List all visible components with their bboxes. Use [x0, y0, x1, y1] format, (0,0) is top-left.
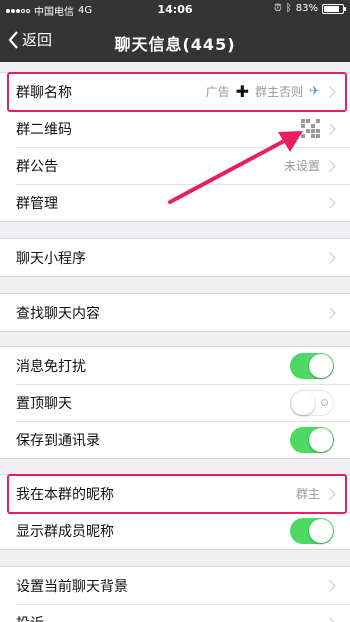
group-qr-row[interactable]: 群二维码: [0, 110, 350, 147]
chat-background-row[interactable]: 设置当前聊天背景: [0, 567, 350, 604]
qr-code-icon: [301, 119, 320, 138]
group-notice-row[interactable]: 群公告 未设置: [0, 147, 350, 184]
chevron-right-icon: [324, 616, 336, 622]
save-contacts-row: 保存到通讯录: [0, 421, 350, 458]
pin-toggle[interactable]: [290, 389, 334, 416]
status-bar: 中国电信 4G 14:06 ⏰︎ ᛒ 83%: [0, 0, 350, 20]
chevron-right-icon: [324, 196, 336, 209]
mini-program-label: 聊天小程序: [16, 250, 86, 267]
complaint-label: 投诉: [16, 613, 44, 622]
chevron-right-icon: [324, 122, 336, 135]
mini-program-section: 聊天小程序: [0, 238, 350, 277]
page-title: 聊天信息(445): [114, 35, 236, 54]
save-contacts-toggle[interactable]: [290, 426, 334, 453]
battery-percent: 83%: [295, 3, 318, 14]
group-name-highlight: [7, 72, 347, 112]
show-nickname-toggle[interactable]: [290, 517, 334, 544]
search-section: 查找聊天内容: [0, 293, 350, 332]
pin-row: 置顶聊天: [0, 384, 350, 421]
save-contacts-label: 保存到通讯录: [16, 432, 100, 449]
chevron-right-icon: [324, 159, 336, 172]
search-content-label: 查找聊天内容: [16, 305, 100, 322]
show-nickname-label: 显示群成员昵称: [16, 523, 114, 540]
battery-level: [324, 5, 339, 12]
group-manage-row[interactable]: 群管理: [0, 184, 350, 221]
chevron-right-icon: [324, 251, 336, 264]
pin-label: 置顶聊天: [16, 395, 72, 412]
group-manage-label: 群管理: [16, 195, 58, 212]
bluetooth-icon: ᛒ: [285, 3, 292, 14]
group-qr-label: 群二维码: [16, 121, 72, 138]
nickname-highlight: [7, 474, 347, 514]
show-nickname-row: 显示群成员昵称: [0, 512, 350, 549]
mute-label: 消息免打扰: [16, 358, 86, 375]
group-notice-value: 未设置: [283, 159, 320, 173]
settings-section: 消息免打扰 置顶聊天 保存到通讯录: [0, 346, 350, 459]
chevron-right-icon: [324, 579, 336, 592]
mute-toggle[interactable]: [290, 352, 334, 379]
battery-icon: [322, 3, 346, 14]
background-section: 设置当前聊天背景 投诉: [0, 566, 350, 622]
chevron-right-icon: [324, 306, 336, 319]
chat-background-label: 设置当前聊天背景: [16, 578, 128, 595]
mute-row: 消息免打扰: [0, 347, 350, 384]
alarm-icon: ⏰︎: [273, 3, 282, 14]
mini-program-row[interactable]: 聊天小程序: [0, 239, 350, 276]
group-notice-label: 群公告: [16, 158, 58, 175]
top-bar: 中国电信 4G 14:06 ⏰︎ ᛒ 83% 返回 聊天信息(445): [0, 0, 350, 62]
nav-bar: 返回 聊天信息(445): [0, 20, 350, 62]
complaint-row[interactable]: 投诉: [0, 604, 350, 622]
search-content-row[interactable]: 查找聊天内容: [0, 294, 350, 331]
